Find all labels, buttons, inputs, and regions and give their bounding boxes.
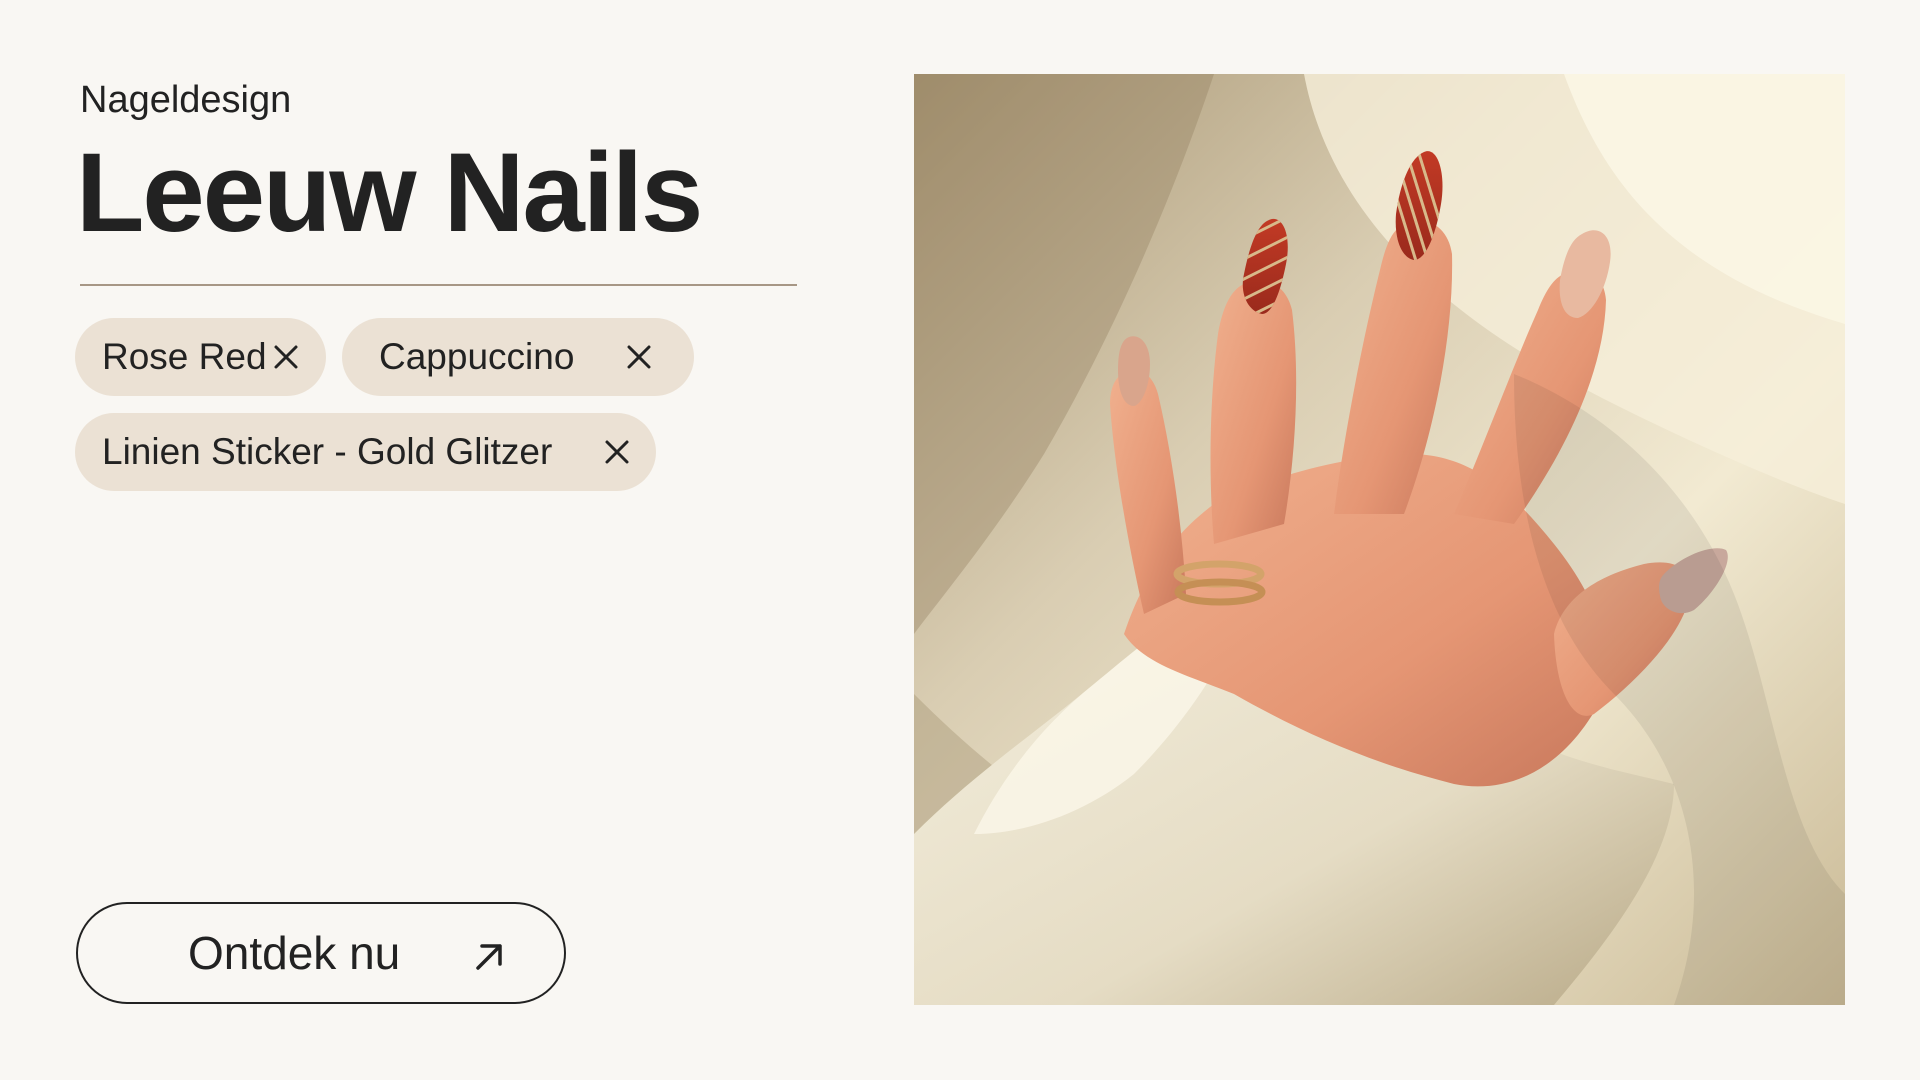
discover-button[interactable]: Ontdek nu — [76, 902, 566, 1004]
filter-chip-rose-red: Rose Red — [75, 318, 326, 396]
title-divider — [80, 284, 797, 286]
arrow-up-right-icon — [470, 936, 510, 976]
eyebrow-label: Nageldesign — [80, 79, 292, 121]
page-title: Leeuw Nails — [76, 130, 703, 255]
discover-button-label: Ontdek nu — [188, 927, 401, 979]
chip-label: Linien Sticker - Gold Glitzer — [102, 431, 553, 472]
chip-label: Cappuccino — [379, 336, 575, 377]
close-icon[interactable] — [271, 342, 301, 372]
close-icon[interactable] — [602, 437, 632, 467]
close-icon[interactable] — [624, 342, 654, 372]
nail-design-photo — [914, 74, 1845, 1005]
filter-chip-cappuccino: Cappuccino — [342, 318, 694, 396]
chip-label: Rose Red — [102, 336, 267, 377]
filter-chip-linien-sticker: Linien Sticker - Gold Glitzer — [75, 413, 656, 491]
